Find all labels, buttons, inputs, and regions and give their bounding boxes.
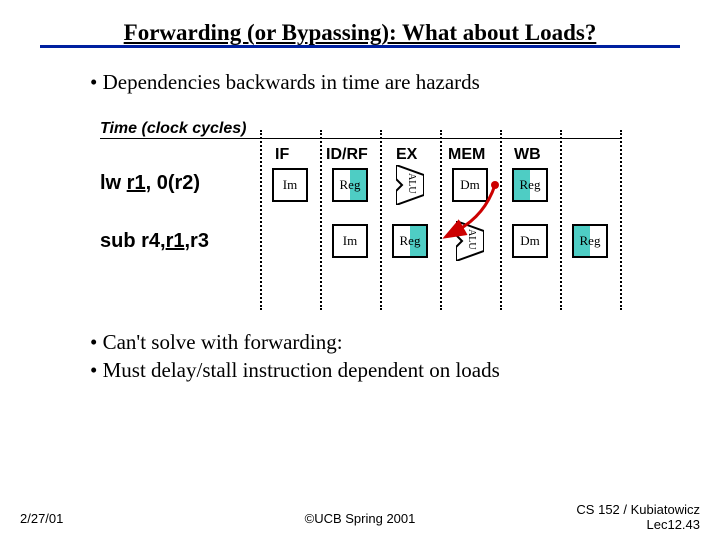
stage-box-im: Im <box>332 224 368 258</box>
cycle-sep <box>260 130 262 310</box>
cycle-sep <box>320 130 322 310</box>
instruction-lw: lw r1, 0(r2) <box>100 172 200 195</box>
horizontal-separator <box>100 138 620 139</box>
stage-box-reg: Reg <box>332 168 368 202</box>
cycle-sep <box>560 130 562 310</box>
footer-lecture-number: Lec12.43 <box>647 517 701 532</box>
stage-box-reg: Reg <box>572 224 608 258</box>
instr-reg-ul: r1 <box>127 172 146 194</box>
instr-text: lw <box>100 172 127 194</box>
title-underline <box>40 45 680 48</box>
bullet-hazards: • Dependencies backwards in time are haz… <box>90 70 480 95</box>
instr-text: , 0(r2) <box>146 172 200 194</box>
slide-title-wrap: Forwarding (or Bypassing): What about Lo… <box>40 20 680 46</box>
stage-box-reg: Reg <box>392 224 428 258</box>
instr-text: ,r3 <box>184 230 208 252</box>
cycle-sep <box>380 130 382 310</box>
instruction-sub: sub r4,r1,r3 <box>100 230 209 253</box>
cycle-sep <box>620 130 622 310</box>
stage-ex: EX <box>396 146 417 164</box>
stage-box-im: Im <box>272 168 308 202</box>
bullet-cant-solve: • Can't solve with forwarding: <box>90 330 343 355</box>
bullet-must-stall: • Must delay/stall instruction dependent… <box>90 358 500 383</box>
slide-title: Forwarding (or Bypassing): What about Lo… <box>40 20 680 46</box>
footer-course-name: CS 152 / Kubiatowicz <box>576 502 700 517</box>
stage-box-alu: ALU <box>396 165 424 205</box>
instr-reg-ul: r1 <box>166 230 185 252</box>
stage-if: IF <box>275 146 289 164</box>
stage-id: ID/RF <box>326 146 368 164</box>
alu-label: ALU <box>406 173 417 194</box>
footer-course: CS 152 / Kubiatowicz Lec12.43 <box>576 502 700 532</box>
hazard-arrow-icon <box>440 160 520 250</box>
instr-text: sub r4, <box>100 230 166 252</box>
time-label: Time (clock cycles) <box>100 120 246 138</box>
